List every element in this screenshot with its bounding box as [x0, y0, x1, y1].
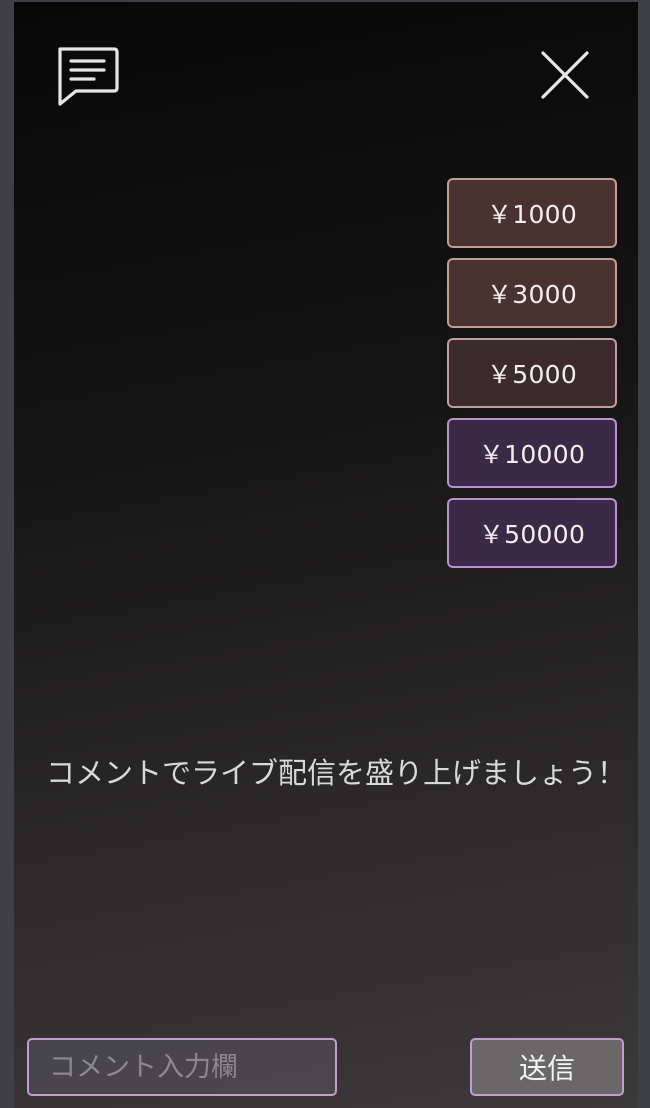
tip-5000-button[interactable]: ￥5000 — [447, 338, 617, 408]
send-button[interactable]: 送信 — [470, 1038, 624, 1096]
tip-3000-button[interactable]: ￥3000 — [447, 258, 617, 328]
tip-amount-list: ￥1000 ￥3000 ￥5000 ￥10000 ￥50000 — [447, 178, 617, 578]
tip-10000-button[interactable]: ￥10000 — [447, 418, 617, 488]
comment-prompt-text: コメントでライブ配信を盛り上げましょう！ — [46, 756, 627, 790]
comment-input[interactable] — [27, 1038, 337, 1096]
close-icon[interactable] — [540, 50, 590, 100]
tip-50000-button[interactable]: ￥50000 — [447, 498, 617, 568]
chat-bubble-icon[interactable] — [54, 44, 120, 108]
live-stream-comment-screen: ￥1000 ￥3000 ￥5000 ￥10000 ￥50000 コメントでライブ… — [14, 2, 638, 1108]
tip-1000-button[interactable]: ￥1000 — [447, 178, 617, 248]
